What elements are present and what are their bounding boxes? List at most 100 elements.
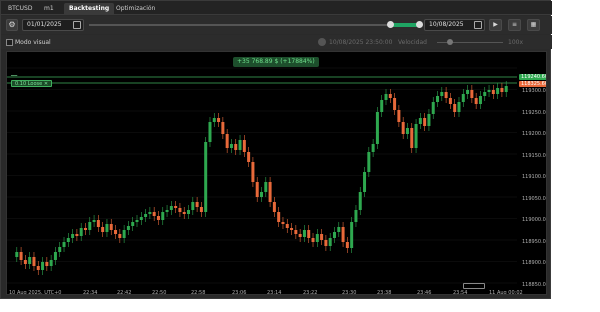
candle-body (208, 122, 212, 142)
candle-body (341, 227, 345, 242)
visual-mode-row: Modo visual 10/08/2025 23:50:00 Velocida… (1, 35, 552, 49)
candle-body (36, 266, 40, 270)
candle-body (126, 226, 130, 230)
candle-body (328, 238, 332, 246)
x-tick-label: 23:38 (377, 290, 392, 295)
pnl-badge: +35 768.89 $ (+17884%) (233, 57, 319, 67)
x-tick-label: 22:50 (152, 290, 167, 295)
start-date-field[interactable]: 01/01/2025 (22, 19, 84, 31)
play-icon[interactable]: ▶ (489, 19, 502, 31)
candle-body (285, 224, 289, 228)
candle-body (358, 192, 362, 210)
candle-body (49, 260, 53, 266)
tab-timeframe[interactable]: m1 (39, 3, 59, 15)
candle-body (448, 98, 452, 104)
candle-body (311, 238, 315, 242)
candle-body (290, 228, 294, 230)
candle-body (371, 144, 375, 152)
candle-body (109, 224, 113, 230)
x-tick-label: 22:42 (117, 290, 132, 295)
candle-body (118, 234, 122, 238)
y-tick-label: 119050.0 (522, 195, 546, 202)
end-date-field[interactable]: 10/08/2025 (424, 19, 485, 31)
candle-body (294, 230, 298, 234)
candle-body (320, 234, 324, 240)
candle-body (315, 234, 319, 242)
y-tick-label: 119100.0 (522, 174, 546, 180)
candle-body (225, 134, 229, 148)
y-tick-label: 119150.0 (522, 152, 546, 159)
y-tick-label: 119000.0 (522, 217, 546, 223)
candle-body (212, 118, 216, 122)
x-tick-label: 10 Aug 2025, UTC+0 (9, 290, 62, 295)
candle-body (247, 152, 251, 162)
candle-body (367, 152, 371, 172)
candle-body (302, 230, 306, 237)
tab-symbol[interactable]: BTCUSD (3, 3, 37, 15)
progress-slider-track[interactable] (89, 24, 419, 26)
candle-body (32, 257, 36, 266)
candle-body (324, 240, 328, 246)
trade-label[interactable]: 0.10 Loose ✕ (11, 80, 53, 87)
candle-body (191, 202, 195, 210)
x-tick-label: 23:30 (342, 290, 357, 295)
tab-optimization[interactable]: Optimización (111, 3, 160, 15)
price-chart[interactable]: +35 768.89 $ (+17884%) ▔▔ 0.10 Loose ✕ 1… (6, 51, 547, 295)
tab-backtesting[interactable]: Backtesting (64, 3, 115, 15)
candlestick-plot (7, 67, 517, 284)
candle-body (264, 182, 268, 192)
progress-slider-end-handle[interactable] (416, 21, 423, 28)
current-timestamp: 10/08/2025 23:50:00 (329, 39, 393, 46)
x-tick-label: 22:58 (191, 290, 206, 295)
candle-body (131, 222, 135, 226)
y-tick-label: 118850.0 (522, 281, 546, 288)
grid-icon[interactable]: ▦ (527, 19, 540, 31)
speed-label: Velocidad (398, 39, 427, 46)
x-tick-label: 23:14 (267, 290, 282, 295)
candle-body (496, 88, 500, 94)
candle-body (234, 144, 238, 150)
candle-body (221, 122, 225, 134)
visual-mode-label: Modo visual (15, 39, 51, 46)
candle-body (204, 142, 208, 212)
candle-body (242, 140, 246, 152)
candle-body (375, 112, 379, 144)
candle-body (62, 242, 66, 247)
calendar-icon[interactable] (73, 21, 81, 29)
candle-body (23, 260, 27, 264)
candle-body (298, 234, 302, 237)
candle-body (401, 122, 405, 134)
candle-body (178, 208, 182, 212)
candle-body (187, 210, 191, 214)
candle-body (152, 212, 156, 216)
speed-slider-handle[interactable] (447, 39, 453, 45)
candle-body (436, 96, 440, 102)
candle-body (251, 162, 255, 182)
gear-icon[interactable]: ⚙ (6, 19, 18, 31)
candle-body (53, 252, 57, 260)
calendar-icon[interactable] (474, 21, 482, 29)
candle-body (388, 94, 392, 98)
candle-body (504, 86, 508, 92)
candle-body (45, 262, 49, 266)
candle-body (337, 227, 341, 232)
candle-body (71, 234, 75, 238)
scroll-marker-icon[interactable] (463, 283, 485, 289)
candle-body (410, 128, 414, 148)
candle-body (487, 90, 491, 92)
candle-body (354, 210, 358, 222)
close-icon[interactable]: ✕ (44, 81, 48, 87)
candle-body (105, 224, 109, 232)
menu-icon[interactable]: ≡ (508, 19, 521, 31)
price-tag-green: 119240.60 (519, 74, 547, 80)
progress-slider-handle[interactable] (387, 21, 394, 28)
visual-mode-checkbox[interactable] (6, 39, 13, 46)
candle-body (260, 192, 264, 197)
candle-body (444, 92, 448, 98)
y-tick-label: 119300.0 (522, 88, 546, 94)
candle-body (423, 118, 427, 126)
candle-body (114, 230, 118, 234)
candle-body (144, 214, 148, 217)
candle-body (169, 206, 173, 210)
candle-body (397, 110, 401, 122)
